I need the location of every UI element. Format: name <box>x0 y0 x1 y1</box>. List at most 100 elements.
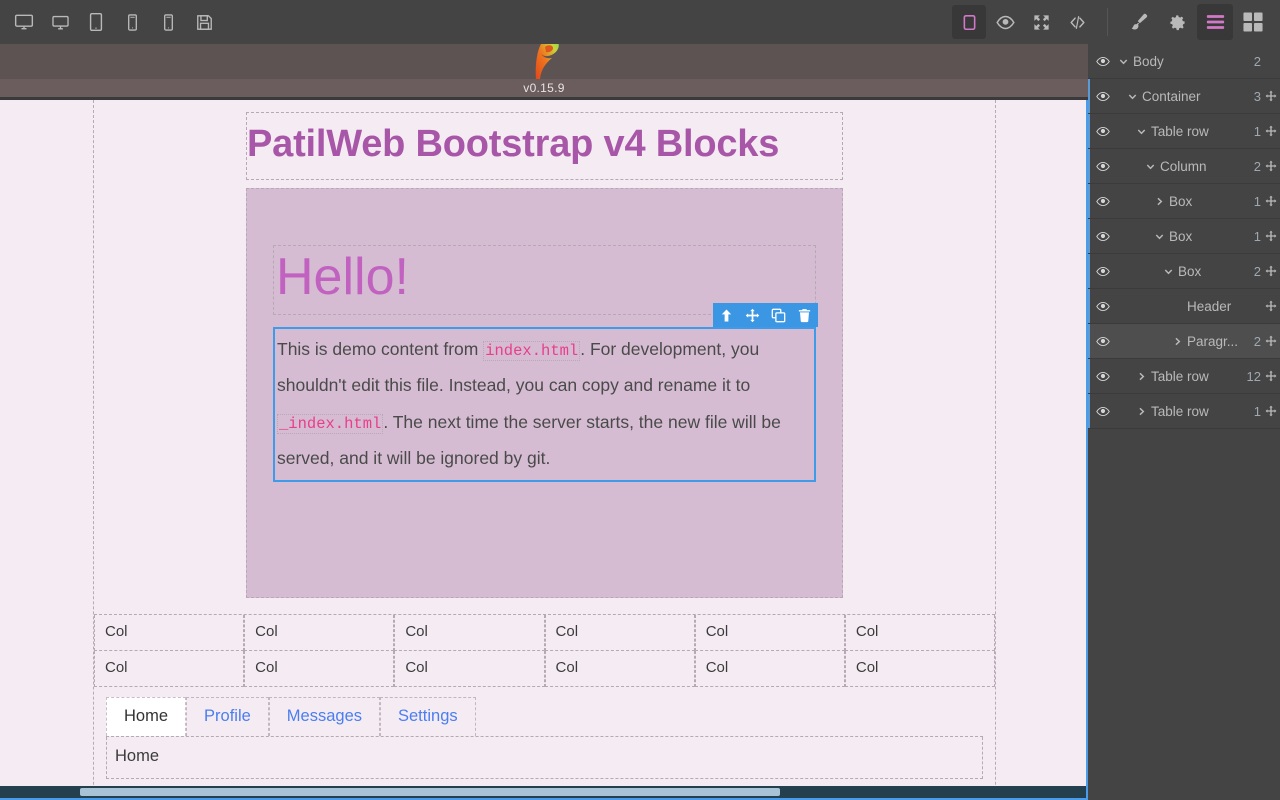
layer-visibility-toggle[interactable] <box>1088 405 1118 418</box>
device-mobile-landscape[interactable] <box>115 5 149 39</box>
canvas-horizontal-scrollbar[interactable] <box>0 786 1088 798</box>
layer-item-body[interactable]: Body2 <box>1088 44 1280 79</box>
layer-item-column[interactable]: Column2 <box>1088 149 1280 184</box>
tab-messages[interactable]: Messages <box>269 697 380 736</box>
layer-item-container[interactable]: Container3 <box>1088 79 1280 114</box>
tab-profile[interactable]: Profile <box>186 697 269 736</box>
move-arrows-icon[interactable] <box>1265 160 1277 172</box>
layer-item-table-row[interactable]: Table row1 <box>1088 114 1280 149</box>
device-desktop[interactable] <box>43 5 77 39</box>
device-tablet[interactable] <box>79 5 113 39</box>
save-button[interactable] <box>187 5 221 39</box>
table-row-2[interactable]: Col Col Col Col Col Col <box>94 651 995 687</box>
layer-move-handle[interactable] <box>1264 125 1280 137</box>
layer-move-handle[interactable] <box>1264 160 1280 172</box>
move-arrows-icon[interactable] <box>1265 195 1277 207</box>
tab-panel-content[interactable]: Home <box>106 737 983 779</box>
copy-icon[interactable] <box>771 308 786 323</box>
layer-visibility-toggle[interactable] <box>1088 55 1118 68</box>
open-layer-manager-button[interactable] <box>1197 4 1233 40</box>
arrow-up-icon[interactable] <box>719 308 734 323</box>
table-cell[interactable]: Col <box>94 651 244 687</box>
table-cell[interactable]: Col <box>394 651 544 687</box>
chevron-down-icon[interactable] <box>1118 56 1129 67</box>
chevron-down-icon[interactable] <box>1145 161 1156 172</box>
table-cell[interactable]: Col <box>394 615 544 651</box>
open-blocks-button[interactable] <box>1235 4 1271 40</box>
layer-item-box[interactable]: Box2 <box>1088 254 1280 289</box>
move-arrows-icon[interactable] <box>745 308 760 323</box>
move-arrows-icon[interactable] <box>1265 265 1277 277</box>
layer-visibility-toggle[interactable] <box>1088 195 1118 208</box>
layer-move-handle[interactable] <box>1264 265 1280 277</box>
layer-move-handle[interactable] <box>1264 230 1280 242</box>
tab-home[interactable]: Home <box>106 697 186 736</box>
paragraph-component[interactable]: This is demo content from index.html. Fo… <box>273 327 816 482</box>
layer-item-table-row[interactable]: Table row1 <box>1088 394 1280 429</box>
layer-visibility-toggle[interactable] <box>1088 265 1118 278</box>
layer-item-paragr[interactable]: Paragr...2 <box>1088 324 1280 359</box>
trash-icon[interactable] <box>797 308 812 323</box>
table-cell[interactable]: Col <box>695 615 845 651</box>
table-cell[interactable]: Col <box>244 651 394 687</box>
chevron-down-icon[interactable] <box>1163 266 1174 277</box>
table-cell[interactable]: Col <box>545 651 695 687</box>
chevron-right-icon[interactable] <box>1136 406 1147 417</box>
layer-move-handle[interactable] <box>1264 90 1280 102</box>
device-mobile-portrait[interactable] <box>151 5 185 39</box>
table-cell[interactable]: Col <box>94 615 244 651</box>
fullscreen-button[interactable] <box>1024 5 1058 39</box>
layer-visibility-toggle[interactable] <box>1088 335 1118 348</box>
layer-move-handle[interactable] <box>1264 335 1280 347</box>
table-row-1[interactable]: Col Col Col Col Col Col <box>94 614 995 651</box>
toggle-borders-button[interactable] <box>952 5 986 39</box>
open-style-manager-button[interactable] <box>1121 4 1157 40</box>
chevron-down-icon[interactable] <box>1136 126 1147 137</box>
table-cell[interactable]: Col <box>845 615 995 651</box>
chevron-right-icon[interactable] <box>1172 336 1183 347</box>
layer-visibility-toggle[interactable] <box>1088 125 1118 138</box>
layer-move-handle[interactable] <box>1264 300 1280 312</box>
desktop-icon <box>51 13 70 32</box>
layer-item-table-row[interactable]: Table row12 <box>1088 359 1280 394</box>
layer-visibility-toggle[interactable] <box>1088 370 1118 383</box>
move-arrows-icon[interactable] <box>1265 230 1277 242</box>
layer-visibility-toggle[interactable] <box>1088 160 1118 173</box>
layer-move-handle[interactable] <box>1264 370 1280 382</box>
canvas-iframe[interactable]: PatilWeb Bootstrap v4 Blocks Hello! <box>0 100 1088 800</box>
layer-visibility-toggle[interactable] <box>1088 90 1118 103</box>
layer-name-wrap: Body <box>1118 54 1250 69</box>
code-view-button[interactable] <box>1060 5 1094 39</box>
chevron-right-icon[interactable] <box>1154 196 1165 207</box>
layer-move-handle[interactable] <box>1264 405 1280 417</box>
eye-icon <box>1096 265 1110 278</box>
open-settings-button[interactable] <box>1159 4 1195 40</box>
layer-indent-marker <box>1088 324 1090 358</box>
move-arrows-icon[interactable] <box>1265 370 1277 382</box>
move-arrows-icon[interactable] <box>1265 335 1277 347</box>
jumbotron-box[interactable]: Hello! <box>246 188 843 598</box>
table-cell[interactable]: Col <box>695 651 845 687</box>
table-cell[interactable]: Col <box>845 651 995 687</box>
move-arrows-icon[interactable] <box>1265 300 1277 312</box>
layer-visibility-toggle[interactable] <box>1088 300 1118 313</box>
chevron-down-icon[interactable] <box>1127 91 1138 102</box>
scrollbar-thumb[interactable] <box>80 788 780 796</box>
preview-button[interactable] <box>988 5 1022 39</box>
device-desktop-large[interactable] <box>7 5 41 39</box>
layer-item-box[interactable]: Box1 <box>1088 219 1280 254</box>
chevron-down-icon[interactable] <box>1154 231 1165 242</box>
tab-settings[interactable]: Settings <box>380 697 476 736</box>
move-arrows-icon[interactable] <box>1265 90 1277 102</box>
layer-move-handle[interactable] <box>1264 195 1280 207</box>
move-arrows-icon[interactable] <box>1265 405 1277 417</box>
page-title[interactable]: PatilWeb Bootstrap v4 Blocks <box>246 112 843 180</box>
layer-item-box[interactable]: Box1 <box>1088 184 1280 219</box>
move-arrows-icon[interactable] <box>1265 125 1277 137</box>
table-cell[interactable]: Col <box>545 615 695 651</box>
layer-item-header[interactable]: Header <box>1088 289 1280 324</box>
container-block[interactable]: PatilWeb Bootstrap v4 Blocks Hello! <box>93 100 996 800</box>
table-cell[interactable]: Col <box>244 615 394 651</box>
chevron-right-icon[interactable] <box>1136 371 1147 382</box>
layer-visibility-toggle[interactable] <box>1088 230 1118 243</box>
